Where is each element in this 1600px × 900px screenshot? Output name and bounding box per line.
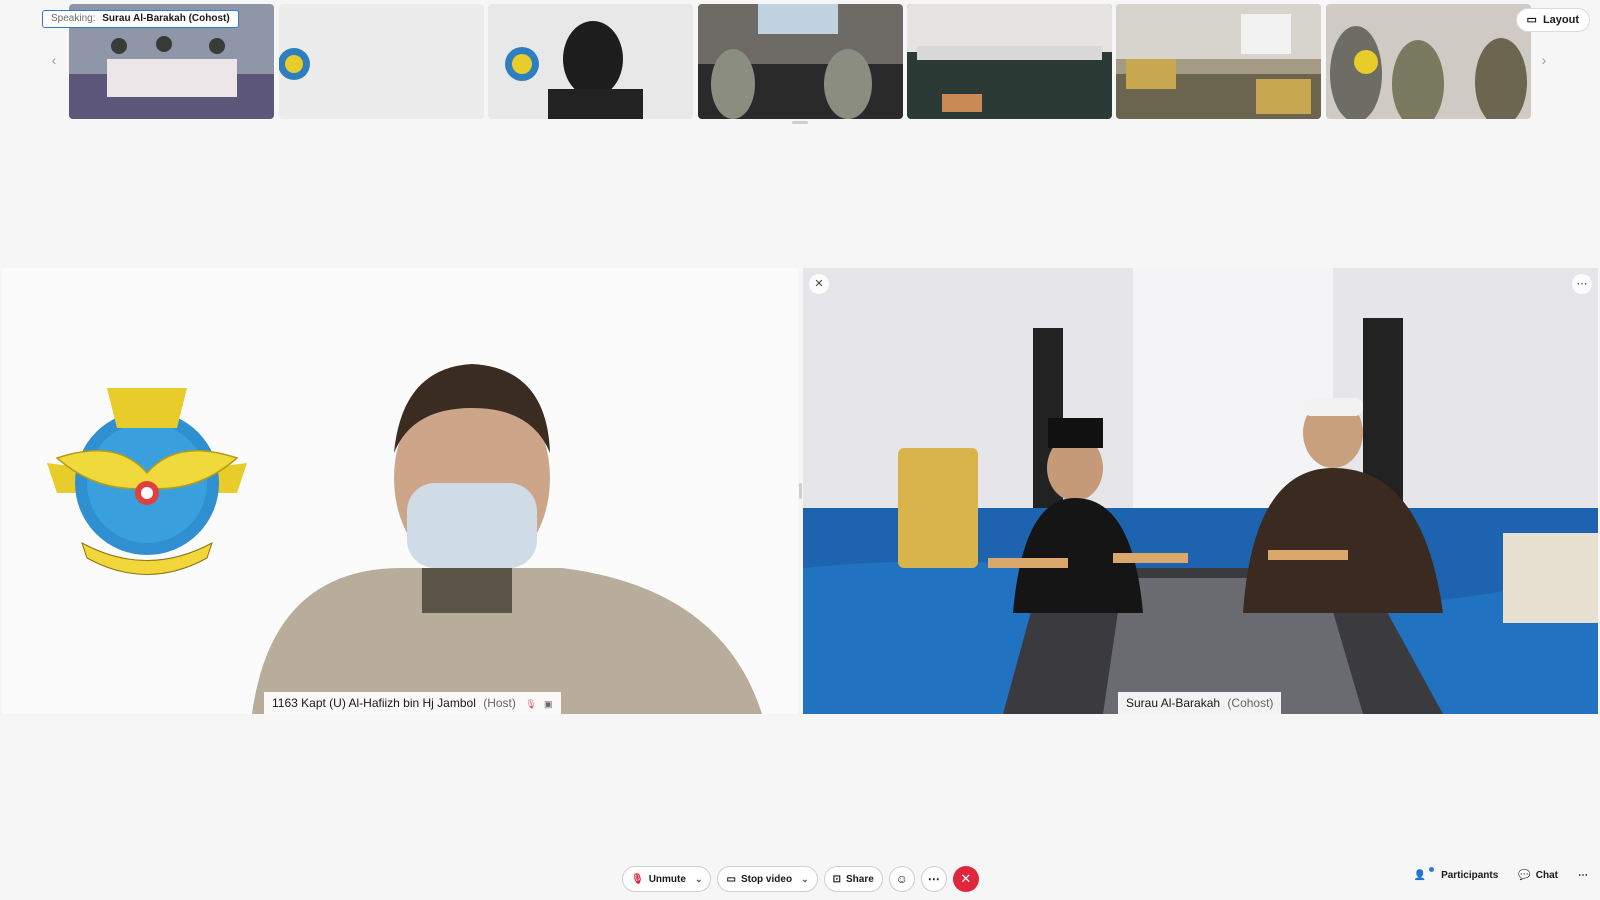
chat-button[interactable]: 💬 Chat bbox=[1518, 870, 1558, 881]
muted-mic-icon: 🎙 bbox=[525, 699, 537, 709]
speaking-name: Surau Al-Barakah (Cohost) bbox=[102, 13, 230, 24]
video-feed bbox=[907, 4, 1112, 119]
speaking-label: Speaking: bbox=[51, 13, 96, 24]
reactions-button[interactable]: ☺ bbox=[888, 866, 915, 892]
video-feed bbox=[1116, 4, 1321, 119]
share-screen-icon: ⊡ bbox=[832, 873, 841, 885]
share-label: Share bbox=[846, 873, 874, 885]
participant-name: 1163 Kapt (U) Al-Hafiizh bin Hj Jambol bbox=[272, 696, 476, 710]
participant-thumbnail[interactable] bbox=[698, 4, 903, 119]
participant-thumbnail[interactable] bbox=[907, 4, 1112, 119]
video-feed bbox=[803, 268, 1598, 714]
participant-thumbnail[interactable] bbox=[279, 4, 484, 119]
more-icon: ⋯ bbox=[927, 872, 940, 886]
more-options-icon[interactable]: ⋯ bbox=[1572, 274, 1592, 294]
video-feed bbox=[698, 4, 903, 119]
stop-video-label: Stop video bbox=[740, 873, 793, 885]
chevron-right-icon[interactable]: › bbox=[1536, 52, 1552, 68]
chevron-down-icon[interactable]: ⌄ bbox=[801, 874, 809, 885]
participant-nametag: 1163 Kapt (U) Al-Hafiizh bin Hj Jambol (… bbox=[264, 692, 561, 714]
active-speaker-badge: Speaking: Surau Al-Barakah (Cohost) bbox=[42, 10, 239, 28]
layout-icon: ▭ bbox=[1526, 14, 1537, 26]
participants-icon: 👤 bbox=[1413, 870, 1427, 881]
more-button[interactable]: ⋯ bbox=[920, 866, 947, 892]
screen-icon: ▣ bbox=[544, 699, 553, 709]
smiley-icon: ☺ bbox=[895, 872, 908, 886]
tile-resize-handle[interactable] bbox=[799, 483, 802, 499]
notification-dot bbox=[1429, 867, 1435, 872]
side-panel-controls: 👤 Participants 💬 Chat ⋯ bbox=[1413, 867, 1588, 881]
camera-icon: ▭ bbox=[726, 873, 736, 885]
participant-thumbnail[interactable] bbox=[1326, 4, 1531, 119]
filmstrip-resize-handle[interactable] bbox=[792, 121, 808, 124]
more-options-icon[interactable]: ⋯ bbox=[1578, 870, 1588, 881]
participants-label: Participants bbox=[1441, 870, 1499, 881]
stop-video-button[interactable]: ▭ Stop video ⌄ bbox=[717, 866, 818, 892]
share-button[interactable]: ⊡ Share bbox=[823, 866, 883, 892]
chevron-down-icon[interactable]: ⌄ bbox=[695, 874, 703, 885]
unmute-label: Unmute bbox=[648, 873, 686, 885]
unpin-icon[interactable]: ✕ bbox=[809, 274, 829, 294]
video-feed bbox=[2, 268, 798, 714]
video-feed bbox=[279, 4, 484, 119]
chat-label: Chat bbox=[1535, 870, 1558, 881]
layout-label: Layout bbox=[1542, 14, 1579, 26]
participant-name: Surau Al-Barakah bbox=[1126, 696, 1221, 710]
participant-role: (Host) bbox=[483, 696, 516, 710]
video-feed bbox=[488, 4, 693, 119]
video-feed bbox=[1326, 4, 1531, 119]
participant-role: (Cohost) bbox=[1227, 696, 1274, 710]
video-tile-cohost[interactable]: ✕ ⋯ Surau Al-Barakah (Cohost) bbox=[803, 268, 1598, 714]
participants-button[interactable]: 👤 Participants bbox=[1413, 867, 1499, 881]
layout-button[interactable]: ▭ Layout bbox=[1515, 8, 1590, 32]
participant-thumbnail[interactable] bbox=[1116, 4, 1321, 119]
video-tile-host[interactable]: 1163 Kapt (U) Al-Hafiizh bin Hj Jambol (… bbox=[2, 268, 798, 714]
meeting-controls: 🎙 Unmute ⌄ ▭ Stop video ⌄ ⊡ Share ☺ ⋯ ✕ bbox=[622, 866, 979, 892]
end-call-button[interactable]: ✕ bbox=[952, 866, 979, 892]
participant-nametag: Surau Al-Barakah (Cohost) bbox=[1118, 692, 1282, 714]
close-icon: ✕ bbox=[960, 871, 972, 886]
muted-mic-icon: 🎙 bbox=[631, 873, 644, 885]
participant-filmstrip: ‹ › Speaking: Surau Al-Barakah (Cohost) … bbox=[0, 2, 1600, 120]
unmute-button[interactable]: 🎙 Unmute ⌄ bbox=[622, 866, 712, 892]
participant-thumbnail[interactable] bbox=[488, 4, 693, 119]
chevron-left-icon[interactable]: ‹ bbox=[46, 52, 62, 68]
chat-bubble-icon: 💬 bbox=[1518, 870, 1531, 881]
